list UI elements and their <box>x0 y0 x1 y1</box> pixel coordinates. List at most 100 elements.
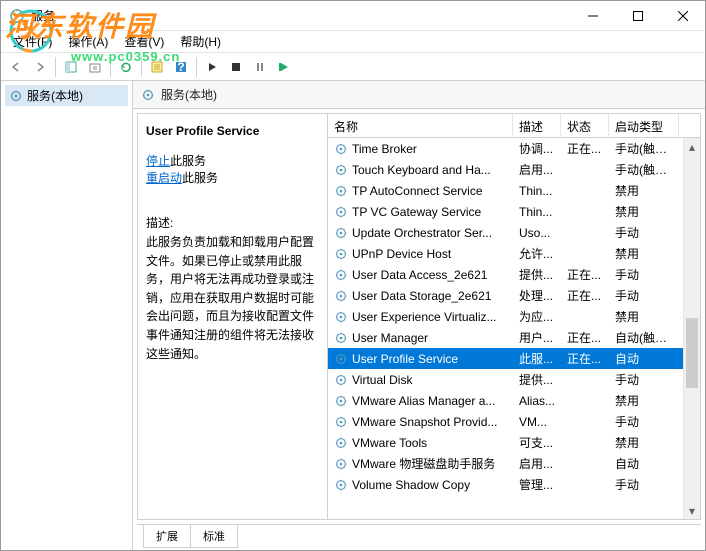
service-icon <box>334 436 348 450</box>
service-name-text: User Data Storage_2e621 <box>352 289 491 303</box>
start-service-button[interactable] <box>201 56 223 78</box>
cell-desc: 启用... <box>513 455 561 472</box>
service-row[interactable]: Update Orchestrator Ser...Uso...手动 <box>328 222 683 243</box>
tab-extended[interactable]: 扩展 <box>143 525 191 548</box>
service-name-text: Volume Shadow Copy <box>352 478 470 492</box>
cell-state: 正在... <box>561 350 609 367</box>
service-row[interactable]: User Profile Service此服...正在...自动 <box>328 348 683 369</box>
service-row[interactable]: User Manager用户...正在...自动(触发... <box>328 327 683 348</box>
service-name-text: Touch Keyboard and Ha... <box>352 163 491 177</box>
cell-start: 禁用 <box>609 434 679 451</box>
menu-help[interactable]: 帮助(H) <box>174 31 227 52</box>
stop-link[interactable]: 停止 <box>146 154 170 168</box>
cell-start: 手动 <box>609 413 679 430</box>
col-name[interactable]: 名称 <box>328 114 513 137</box>
service-icon <box>334 415 348 429</box>
cell-start: 禁用 <box>609 203 679 220</box>
cell-start: 手动 <box>609 266 679 283</box>
service-row[interactable]: VMware Alias Manager a...Alias...禁用 <box>328 390 683 411</box>
menu-file[interactable]: 文件(F) <box>7 31 58 52</box>
tree-panel: 服务(本地) <box>1 81 133 550</box>
tree-root[interactable]: 服务(本地) <box>5 85 128 106</box>
cell-desc: 启用... <box>513 161 561 178</box>
service-row[interactable]: User Experience Virtualiz... 为应... 禁用 <box>328 306 683 327</box>
desc-label: 描述: <box>146 214 319 231</box>
service-icon <box>334 289 348 303</box>
cell-name: Virtual Disk <box>328 373 513 387</box>
forward-button[interactable] <box>29 56 51 78</box>
show-hide-button[interactable] <box>60 56 82 78</box>
service-name-text: Update Orchestrator Ser... <box>352 226 492 240</box>
close-button[interactable] <box>660 1 705 30</box>
service-row[interactable]: Touch Keyboard and Ha...启用...手动(触发... <box>328 159 683 180</box>
service-row[interactable]: VMware Snapshot Provid...VM...手动 <box>328 411 683 432</box>
cell-start: 手动 <box>609 476 679 493</box>
help-button[interactable]: ? <box>170 56 192 78</box>
content-header-label: 服务(本地) <box>161 86 217 103</box>
col-desc[interactable]: 描述 <box>513 114 561 137</box>
cell-start: 禁用 <box>609 308 679 325</box>
service-name-text: VMware Snapshot Provid... <box>352 415 497 429</box>
cell-name: User Manager <box>328 331 513 345</box>
cell-name: Touch Keyboard and Ha... <box>328 163 513 177</box>
restart-link[interactable]: 重启动 <box>146 171 182 185</box>
service-row[interactable]: VMware 物理磁盘助手服务 启用... 自动 <box>328 453 683 474</box>
service-row[interactable]: VMware Tools可支...禁用 <box>328 432 683 453</box>
service-icon <box>334 184 348 198</box>
minimize-button[interactable] <box>570 1 615 30</box>
service-name-text: VMware 物理磁盘助手服务 <box>352 455 495 472</box>
toolbar: ? <box>1 53 705 81</box>
maximize-button[interactable] <box>615 1 660 30</box>
cell-start: 自动 <box>609 455 679 472</box>
service-icon <box>334 268 348 282</box>
service-row[interactable]: TP VC Gateway ServiceThin... 禁用 <box>328 201 683 222</box>
cell-name: VMware Alias Manager a... <box>328 394 513 408</box>
service-row[interactable]: Virtual Disk提供...手动 <box>328 369 683 390</box>
back-button[interactable] <box>5 56 27 78</box>
tab-standard[interactable]: 标准 <box>190 525 238 548</box>
cell-name: TP VC Gateway Service <box>328 205 513 219</box>
cell-desc: 管理... <box>513 476 561 493</box>
properties-button[interactable] <box>146 56 168 78</box>
service-name-text: Time Broker <box>352 142 417 156</box>
service-name-text: VMware Alias Manager a... <box>352 394 495 408</box>
service-icon <box>334 331 348 345</box>
menu-view[interactable]: 查看(V) <box>118 31 170 52</box>
service-icon <box>334 247 348 261</box>
cell-desc: 为应... <box>513 308 561 325</box>
service-icon <box>334 142 348 156</box>
cell-start: 自动 <box>609 350 679 367</box>
vertical-scrollbar[interactable]: ▴ ▾ <box>683 138 700 519</box>
service-name-text: User Experience Virtualiz... <box>352 310 497 324</box>
service-row[interactable]: UPnP Device Host允许...禁用 <box>328 243 683 264</box>
export-button[interactable] <box>84 56 106 78</box>
refresh-button[interactable] <box>115 56 137 78</box>
service-row[interactable]: User Data Access_2e621提供...正在...手动 <box>328 264 683 285</box>
cell-desc: Alias... <box>513 394 561 408</box>
cell-name: Time Broker <box>328 142 513 156</box>
service-row[interactable]: Time Broker协调...正在...手动(触发... <box>328 138 683 159</box>
pause-service-button[interactable] <box>249 56 271 78</box>
stop-service-button[interactable] <box>225 56 247 78</box>
cell-desc: 处理... <box>513 287 561 304</box>
service-row[interactable]: Volume Shadow Copy 管理... 手动 <box>328 474 683 495</box>
cell-desc: 可支... <box>513 434 561 451</box>
toolbar-separator <box>55 57 56 77</box>
scroll-thumb[interactable] <box>686 318 698 388</box>
list-body[interactable]: Time Broker协调...正在...手动(触发... Touch Keybo… <box>328 138 683 519</box>
app-icon <box>9 8 25 24</box>
service-name-text: User Manager <box>352 331 428 345</box>
view-tabs: 扩展 标准 <box>137 524 701 546</box>
restart-service-button[interactable] <box>273 56 295 78</box>
scroll-down-icon[interactable]: ▾ <box>684 502 700 519</box>
service-name-text: UPnP Device Host <box>352 247 451 261</box>
service-row[interactable]: User Data Storage_2e621处理...正在...手动 <box>328 285 683 306</box>
col-state[interactable]: 状态 <box>561 114 609 137</box>
services-icon <box>141 88 155 102</box>
col-start[interactable]: 启动类型 <box>609 114 679 137</box>
cell-desc: Thin... <box>513 205 561 219</box>
scroll-up-icon[interactable]: ▴ <box>684 138 700 155</box>
cell-start: 禁用 <box>609 245 679 262</box>
service-row[interactable]: TP AutoConnect ServiceThin...禁用 <box>328 180 683 201</box>
menu-action[interactable]: 操作(A) <box>62 31 114 52</box>
